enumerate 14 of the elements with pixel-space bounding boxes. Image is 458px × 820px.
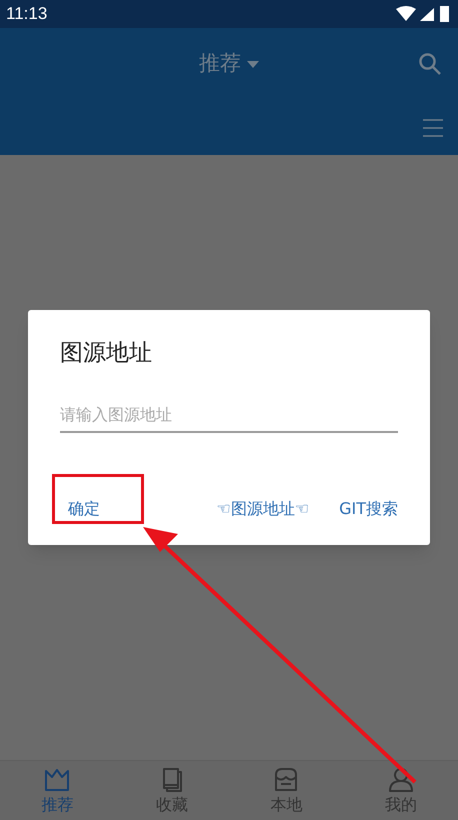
source-url-field[interactable]: 请输入图源地址 — [60, 398, 398, 432]
status-time: 11:13 — [6, 3, 48, 26]
confirm-button[interactable]: 确定 — [68, 493, 100, 525]
git-search-button[interactable]: GIT搜索 — [339, 493, 398, 525]
status-icons — [394, 5, 452, 23]
dialog-title: 图源地址 — [60, 339, 153, 368]
nav-tab[interactable]: 推荐 — [0, 761, 114, 820]
source-url-button[interactable]: ☜图源地址☜ — [216, 493, 310, 525]
crown-icon — [43, 767, 72, 793]
caret-icon — [247, 60, 259, 68]
search-icon[interactable] — [418, 52, 442, 76]
title-dropdown[interactable]: 推荐 — [199, 48, 259, 80]
menu-icon[interactable] — [422, 118, 444, 138]
person-icon — [386, 767, 415, 793]
